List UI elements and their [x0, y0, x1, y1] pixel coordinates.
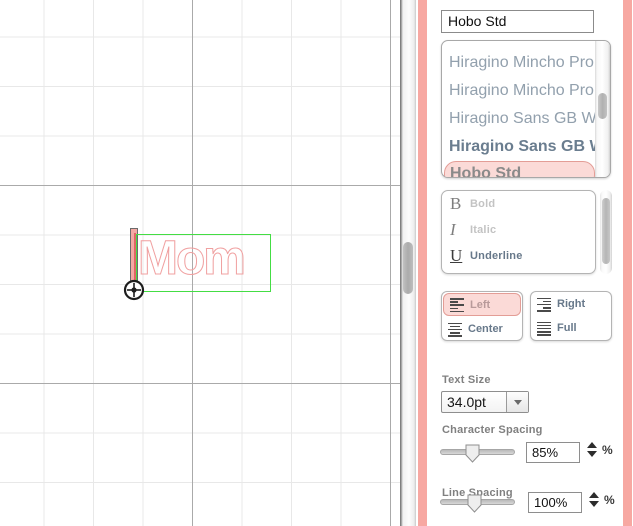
line-spacing-slider[interactable]	[440, 493, 515, 513]
stepper-up-icon[interactable]	[589, 492, 599, 498]
slider-thumb[interactable]	[467, 494, 482, 513]
character-spacing-label: Character Spacing	[442, 424, 543, 436]
align-right-icon	[537, 297, 551, 312]
list-item-selected[interactable]: Hobo Std	[444, 161, 595, 177]
font-list-scrollbar[interactable]	[595, 41, 610, 177]
panel-divider-strip	[418, 0, 427, 526]
canvas-vertical-scrollbar[interactable]	[400, 0, 416, 526]
text-size-dropdown[interactable]: 34.0pt	[441, 391, 529, 413]
line-spacing-input[interactable]: 100%	[528, 492, 582, 513]
panel-divider	[416, 0, 430, 526]
align-center-button[interactable]: Center	[442, 317, 522, 340]
align-right-button[interactable]: Right	[531, 292, 611, 316]
style-label: Bold	[470, 198, 496, 210]
right-edge-strip-fill	[623, 0, 632, 526]
style-list-scrollbar[interactable]	[600, 190, 612, 274]
list-item[interactable]	[442, 41, 597, 49]
character-spacing-input[interactable]: 85%	[526, 442, 580, 463]
stepper-down-icon[interactable]	[589, 501, 599, 507]
line-spacing-stepper[interactable]	[589, 492, 599, 512]
align-justify-label: Full	[557, 322, 577, 334]
character-spacing-slider[interactable]	[440, 443, 515, 463]
style-option-underline[interactable]: U Underline	[442, 243, 595, 269]
alignment-group-primary: Left Center	[441, 291, 523, 341]
text-style-list[interactable]: B Bold I Italic U Underline	[441, 190, 596, 274]
font-list[interactable]: Hiragino Mincho Pro Hiragino Mincho Pro …	[441, 40, 611, 178]
canvas-scrollbar-thumb[interactable]	[403, 242, 413, 294]
text-object-content: Mom	[138, 232, 247, 286]
list-item[interactable]: Hiragino Mincho Pro	[442, 77, 597, 105]
move-crosshair-icon[interactable]	[123, 279, 145, 301]
style-list-scrollbar-thumb[interactable]	[602, 198, 610, 264]
align-left-label: Left	[470, 298, 491, 311]
align-center-icon	[448, 322, 462, 337]
align-right-label: Right	[557, 298, 586, 310]
character-spacing-stepper[interactable]	[587, 442, 597, 462]
character-spacing-unit: %	[602, 443, 613, 457]
font-list-items: Hiragino Mincho Pro Hiragino Mincho Pro …	[442, 41, 597, 177]
slider-thumb[interactable]	[465, 444, 480, 463]
list-item[interactable]: Hiragino Sans GB W	[442, 133, 597, 161]
text-size-label: Text Size	[442, 374, 491, 386]
font-name-input[interactable]: Hobo Std	[441, 10, 594, 33]
underline-icon: U	[450, 246, 463, 265]
text-size-value: 34.0pt	[447, 394, 486, 410]
italic-icon: I	[450, 220, 456, 239]
right-edge-strip	[620, 0, 633, 526]
design-canvas[interactable]: Mom	[0, 0, 400, 526]
style-label: Underline	[470, 250, 523, 262]
align-justify-button[interactable]: Full	[531, 316, 611, 340]
app-window: Mom Hobo Std Hiragino Mincho Pro Hiragin…	[0, 0, 633, 526]
alignment-group-secondary: Right Full	[530, 291, 612, 341]
style-option-italic[interactable]: I Italic	[442, 217, 595, 243]
canvas-text-object[interactable]: Mom	[123, 232, 271, 301]
align-center-label: Center	[468, 323, 503, 335]
text-inspector-panel: Hobo Std Hiragino Mincho Pro Hiragino Mi…	[430, 0, 620, 526]
line-spacing-unit: %	[604, 493, 615, 507]
bold-icon: B	[450, 194, 462, 213]
list-item[interactable]: Hiragino Mincho Pro	[442, 49, 597, 77]
align-left-button[interactable]: Left	[443, 293, 521, 316]
align-left-icon	[450, 298, 464, 313]
stepper-down-icon[interactable]	[587, 451, 597, 457]
style-label: Italic	[470, 224, 497, 236]
list-item[interactable]: Hiragino Sans GB W	[442, 105, 597, 133]
style-option-bold[interactable]: B Bold	[442, 191, 595, 217]
font-list-scrollbar-thumb[interactable]	[598, 93, 607, 119]
stepper-up-icon[interactable]	[587, 442, 597, 448]
align-justify-icon	[537, 321, 551, 336]
chevron-down-icon[interactable]	[506, 392, 528, 412]
